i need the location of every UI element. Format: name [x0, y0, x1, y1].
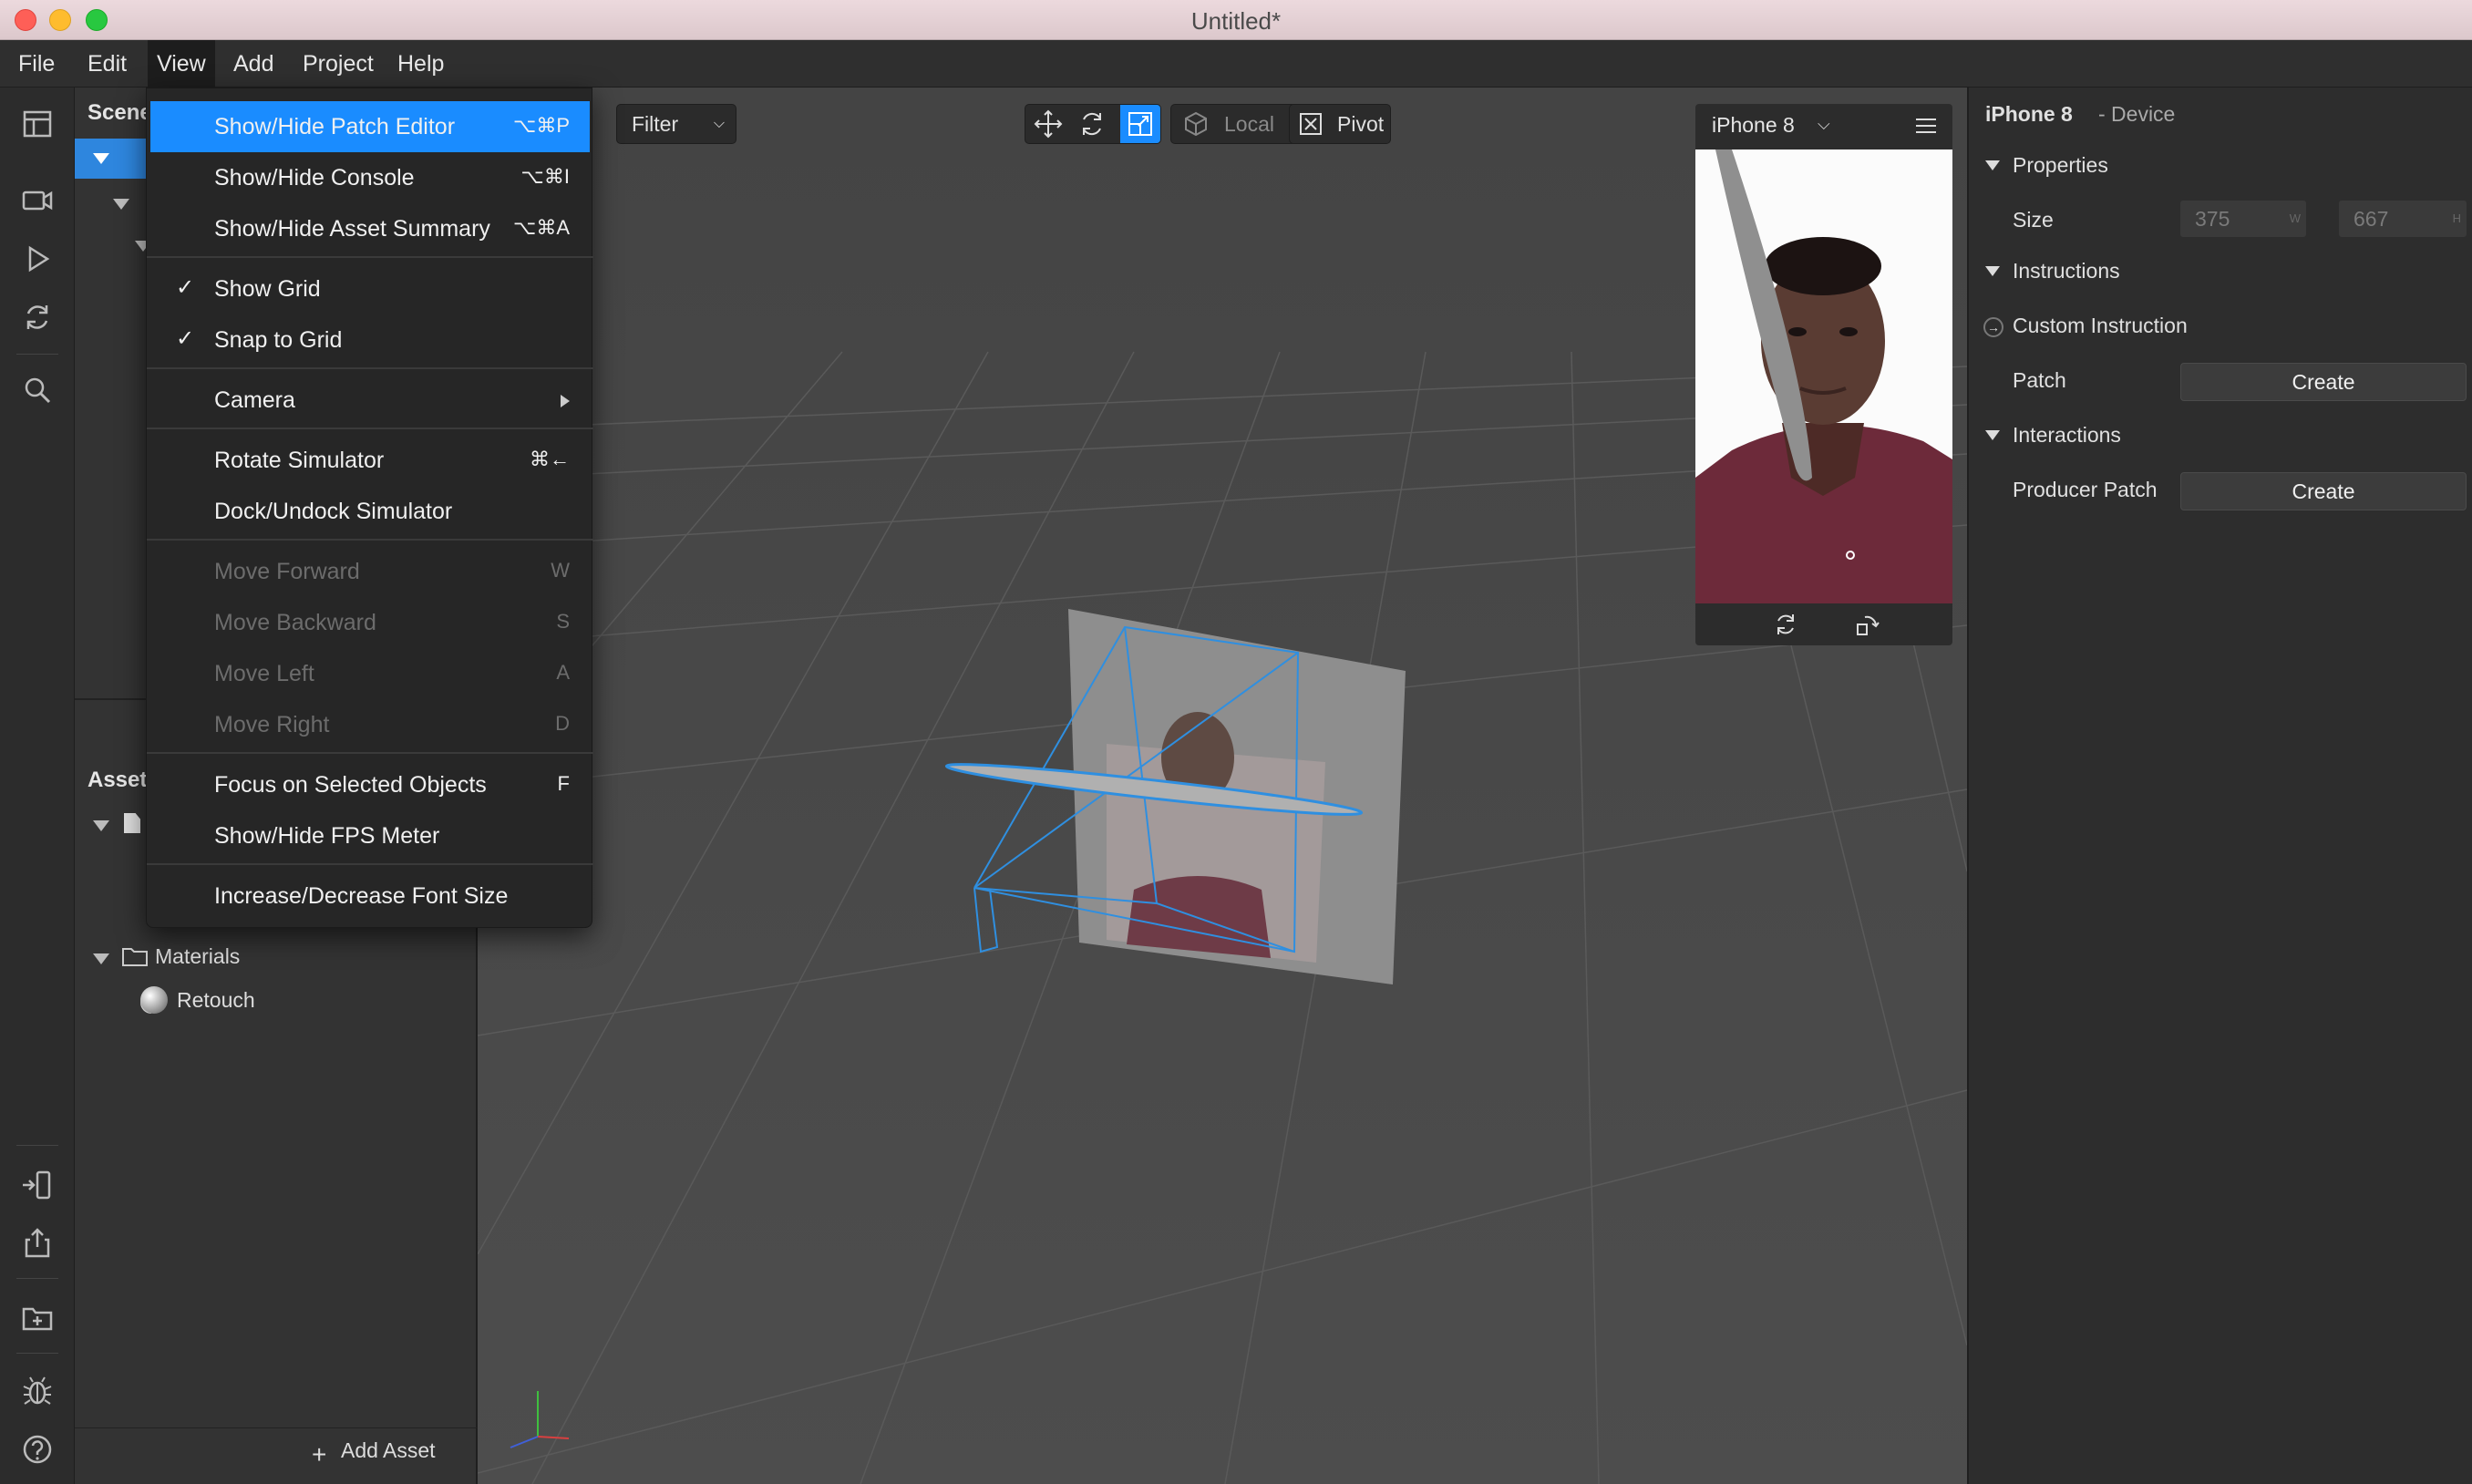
move-tool-icon[interactable] — [1033, 108, 1064, 139]
interactions-section-title[interactable]: Interactions — [2013, 423, 2121, 448]
bug-icon[interactable] — [19, 1373, 56, 1409]
expand-triangle-icon[interactable] — [93, 153, 109, 164]
transform-toolgroup — [1025, 104, 1161, 144]
chevron-down-icon: ⌵ — [713, 116, 725, 131]
rotate-tool-icon[interactable] — [1076, 108, 1107, 139]
width-unit-label: W — [2289, 211, 2301, 225]
device-simulator: iPhone 8 ⌵ — [1695, 104, 1952, 645]
menu-item-move-right: Move Right D — [214, 712, 570, 737]
expand-triangle-icon[interactable] — [113, 199, 129, 210]
inspector-device-name: iPhone 8 — [1985, 102, 2073, 126]
size-height-field[interactable]: 667 H — [2339, 201, 2467, 237]
material-retouch[interactable]: Retouch — [177, 988, 255, 1013]
view-menu-dropdown: Show/Hide Patch Editor ⌥⌘P Show/Hide Cons… — [146, 88, 593, 928]
scene-panel-title: Scene — [88, 100, 152, 125]
filter-dropdown[interactable]: Filter ⌵ — [616, 104, 736, 144]
play-icon[interactable] — [19, 241, 56, 277]
inspector-panel: iPhone 8 - Device Properties Size 375 W 6… — [1967, 88, 2472, 1484]
scale-tool-icon[interactable] — [1120, 105, 1160, 143]
custom-instruction-label: Custom Instruction — [2013, 314, 2188, 337]
menu-item-focus-on-selected-objects[interactable]: Focus on Selected Objects F — [150, 759, 590, 810]
simulator-device-name[interactable]: iPhone 8 — [1712, 113, 1795, 138]
checkmark-icon: ✓ — [176, 326, 195, 351]
materials-folder-label[interactable]: Materials — [155, 944, 240, 969]
collapse-triangle-icon[interactable] — [1985, 430, 2000, 440]
menu-item-show-hide-patch-editor[interactable]: Show/Hide Patch Editor ⌥⌘P — [150, 101, 590, 152]
height-unit-label: H — [2452, 211, 2461, 225]
pivot-toggle[interactable]: Pivot — [1289, 104, 1391, 144]
submenu-arrow-icon — [561, 395, 570, 407]
assets-panel-title: Asset — [88, 768, 148, 792]
add-asset-button[interactable]: Add Asset — [341, 1438, 436, 1463]
cube-icon — [1185, 111, 1207, 137]
export-icon[interactable] — [19, 1225, 56, 1262]
title-bar: Untitled* — [0, 0, 2472, 40]
checkmark-icon: ✓ — [176, 275, 195, 300]
rotate-device-icon[interactable] — [1854, 611, 1881, 638]
menu-file[interactable]: File — [9, 40, 64, 88]
menu-item-increase-decrease-font-size[interactable]: Increase/Decrease Font Size — [150, 871, 590, 922]
size-label: Size — [2013, 208, 2054, 232]
layout-icon[interactable] — [19, 106, 56, 142]
menu-item-rotate-simulator[interactable]: Rotate Simulator ⌘← — [150, 435, 590, 486]
window-title: Untitled* — [1190, 7, 1282, 35]
material-sphere-icon — [140, 986, 168, 1014]
menu-item-show-grid[interactable]: ✓ Show Grid — [150, 263, 590, 314]
menu-item-dock-undock-simulator[interactable]: Dock/Undock Simulator — [150, 486, 590, 537]
filter-label: Filter — [632, 112, 679, 136]
scene-tree-selected-row[interactable] — [75, 139, 148, 179]
create-patch-button[interactable]: Create — [2180, 363, 2467, 401]
size-width-field[interactable]: 375 W — [2180, 201, 2306, 237]
file-icon — [124, 813, 140, 833]
inspector-device-type: - Device — [2098, 102, 2176, 126]
plus-icon: + — [312, 1440, 327, 1469]
pivot-label: Pivot — [1337, 112, 1385, 136]
left-toolbar — [0, 88, 75, 1484]
create-producer-patch-button[interactable]: Create — [2180, 472, 2467, 510]
import-folder-icon[interactable] — [19, 1300, 56, 1336]
local-toggle[interactable]: Local — [1170, 104, 1300, 144]
expand-triangle-icon[interactable] — [93, 953, 109, 964]
folder-icon — [122, 946, 148, 972]
search-icon[interactable] — [19, 372, 56, 408]
menu-item-show-hide-fps-meter[interactable]: Show/Hide FPS Meter — [150, 810, 590, 861]
send-to-device-icon[interactable] — [19, 1167, 56, 1203]
pivot-icon — [1300, 113, 1322, 135]
menu-item-move-left: Move Left A — [214, 661, 570, 686]
properties-section-title[interactable]: Properties — [2013, 153, 2108, 178]
rotate-simulator-icon[interactable] — [1772, 611, 1799, 638]
menu-view[interactable]: View — [148, 40, 215, 88]
menu-item-show-hide-asset-summary[interactable]: Show/Hide Asset Summary ⌥⌘A — [150, 203, 590, 254]
video-camera-icon[interactable] — [19, 182, 56, 219]
collapse-triangle-icon[interactable] — [1985, 266, 2000, 276]
expand-triangle-icon[interactable] — [93, 820, 109, 831]
local-label: Local — [1224, 112, 1274, 136]
instructions-section-title[interactable]: Instructions — [2013, 259, 2120, 283]
simulator-preview[interactable] — [1695, 149, 1952, 603]
menu-item-move-backward: Move Backward S — [214, 610, 570, 635]
menu-item-move-forward: Move Forward W — [214, 559, 570, 584]
patch-label: Patch — [2013, 368, 2066, 392]
collapse-triangle-icon[interactable] — [1985, 160, 2000, 170]
help-icon[interactable] — [19, 1431, 56, 1468]
menu-item-camera[interactable]: Camera — [150, 375, 590, 426]
chevron-down-icon[interactable]: ⌵ — [1818, 115, 1830, 134]
arrow-right-icon: → — [1983, 317, 2003, 337]
menu-item-snap-to-grid[interactable]: ✓ Snap to Grid — [150, 314, 590, 366]
menu-bar: File Edit View Add Project Help — [0, 40, 2472, 88]
refresh-icon[interactable] — [19, 299, 56, 335]
menu-help[interactable]: Help — [388, 40, 453, 88]
producer-patch-label: Producer Patch — [2013, 478, 2158, 501]
menu-item-show-hide-console[interactable]: Show/Hide Console ⌥⌘I — [150, 152, 590, 203]
menu-project[interactable]: Project — [294, 40, 383, 88]
hamburger-menu-icon[interactable] — [1916, 119, 1936, 133]
menu-add[interactable]: Add — [224, 40, 283, 88]
menu-edit[interactable]: Edit — [78, 40, 136, 88]
